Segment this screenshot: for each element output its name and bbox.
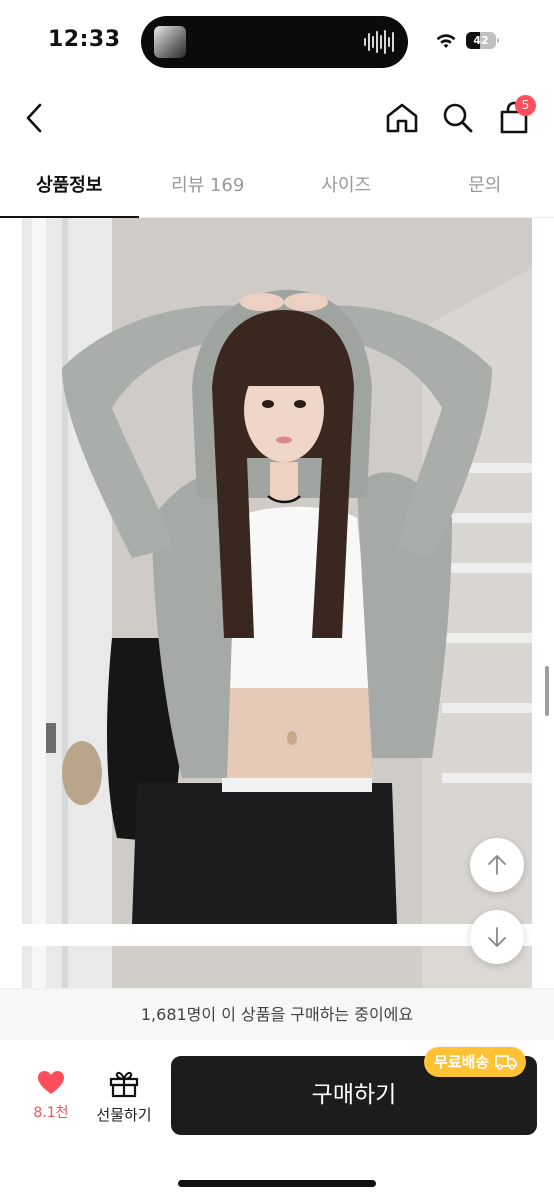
status-bar: 12:33 42 <box>0 0 554 82</box>
gift-label: 선물하기 <box>96 1106 152 1124</box>
product-photo-next <box>22 946 532 988</box>
like-button[interactable]: 8.1천 <box>20 1070 82 1132</box>
product-photo <box>22 218 532 924</box>
purchase-activity-notice: 1,681명이 이 상품을 구매하는 중이에요 <box>0 988 554 1040</box>
arrow-up-icon <box>488 855 506 875</box>
battery-level: 42 <box>473 34 489 47</box>
cart-button[interactable]: 5 <box>492 95 536 140</box>
gift-button[interactable]: 선물하기 <box>88 1070 160 1132</box>
tab-size[interactable]: 사이즈 <box>277 160 416 218</box>
arrow-down-icon <box>488 927 506 947</box>
wifi-icon <box>436 34 456 48</box>
home-icon <box>386 103 418 133</box>
gift-icon <box>109 1071 139 1098</box>
battery-icon: 42 <box>466 32 500 49</box>
home-indicator[interactable] <box>178 1180 376 1187</box>
audio-waveform-icon <box>364 29 394 55</box>
free-shipping-label: 무료배송 <box>434 1053 490 1071</box>
top-nav-bar: 5 <box>0 90 554 146</box>
home-button[interactable] <box>380 96 424 140</box>
status-time: 12:33 <box>48 27 121 52</box>
truck-icon <box>495 1055 517 1070</box>
heart-icon <box>38 1071 64 1094</box>
scroll-to-top-button[interactable] <box>470 838 524 892</box>
now-playing-thumbnail <box>154 26 186 58</box>
back-button[interactable] <box>16 96 52 140</box>
product-tabs: 상품정보 리뷰 169 사이즈 문의 <box>0 160 554 219</box>
search-icon <box>443 103 473 133</box>
tab-inquiry[interactable]: 문의 <box>416 160 554 218</box>
purchase-bar: 8.1천 선물하기 구매하기 무료배송 <box>0 1040 554 1200</box>
cart-count-badge: 5 <box>515 95 536 116</box>
free-shipping-badge: 무료배송 <box>424 1047 526 1077</box>
like-count: 8.1천 <box>33 1105 69 1121</box>
chevron-left-icon <box>26 103 42 133</box>
dynamic-island[interactable] <box>141 16 408 68</box>
scroll-to-bottom-button[interactable] <box>470 910 524 964</box>
tab-reviews[interactable]: 리뷰 169 <box>139 160 278 218</box>
tab-product-info[interactable]: 상품정보 <box>0 160 139 219</box>
search-button[interactable] <box>436 96 480 140</box>
scrollbar[interactable] <box>545 666 549 716</box>
